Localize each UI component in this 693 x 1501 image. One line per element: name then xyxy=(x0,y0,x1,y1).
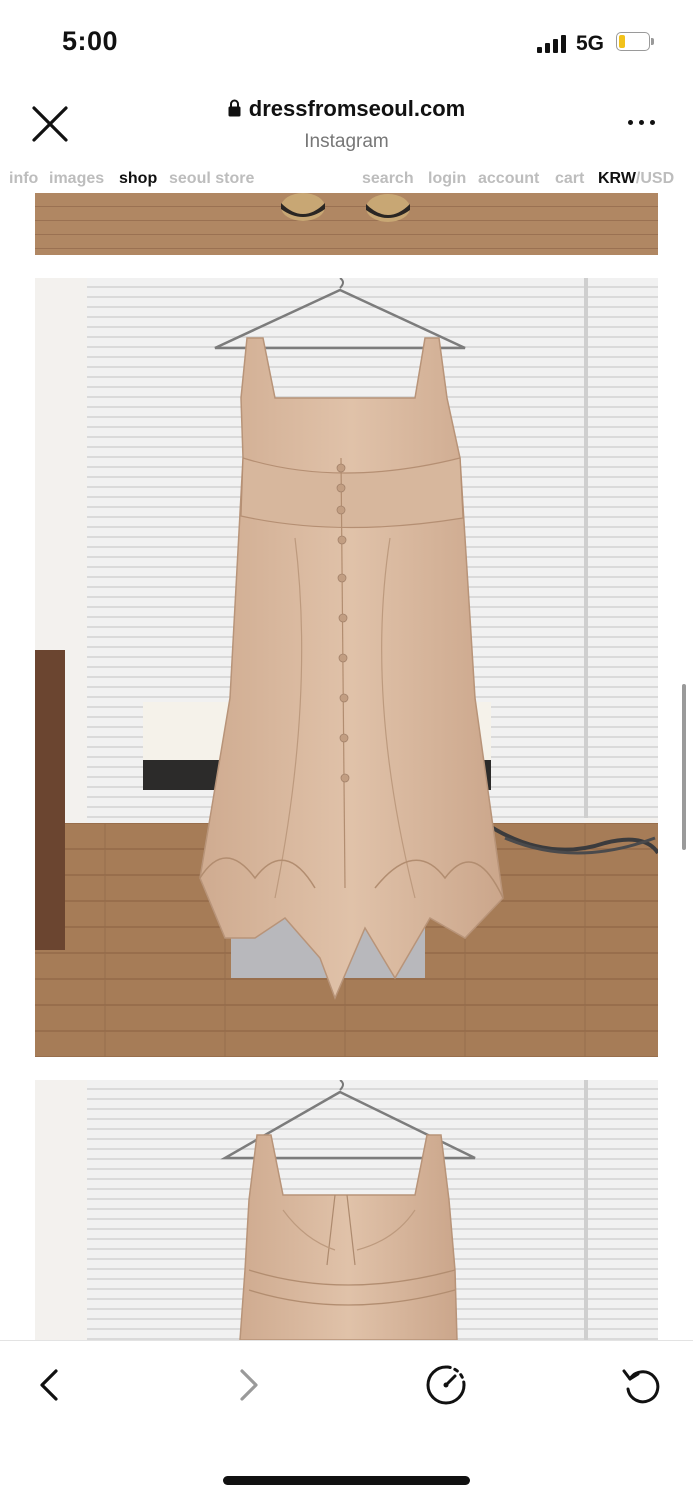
more-icon[interactable] xyxy=(626,118,660,128)
url-text: dressfromseoul.com xyxy=(248,96,466,121)
product-image-secondary[interactable] xyxy=(35,1080,658,1340)
nav-search[interactable]: search xyxy=(362,170,414,188)
battery-icon xyxy=(616,32,654,53)
site-nav: info images shop seoul store search logi… xyxy=(0,164,693,193)
product-image-partial[interactable] xyxy=(35,193,658,255)
network-label: 5G xyxy=(576,32,605,55)
status-bar: 5:00 5G xyxy=(0,0,693,88)
speed-icon[interactable] xyxy=(424,1363,468,1407)
url-bar[interactable]: dressfromseoul.com xyxy=(0,96,693,122)
signal-icon xyxy=(537,35,569,53)
currency-krw: KRW xyxy=(598,170,636,187)
back-arrow-icon[interactable] xyxy=(28,1363,72,1407)
source-label: Instagram xyxy=(304,131,389,152)
nav-seoul-store[interactable]: seoul store xyxy=(169,170,254,188)
browser-header: dressfromseoul.com Instagram xyxy=(0,88,693,164)
currency-usd: USD xyxy=(640,170,675,187)
refresh-icon[interactable] xyxy=(620,1363,664,1407)
scroll-indicator[interactable] xyxy=(682,684,686,850)
nav-login[interactable]: login xyxy=(428,170,466,188)
nav-account[interactable]: account xyxy=(478,170,539,188)
lock-icon xyxy=(228,99,241,117)
status-time: 5:00 xyxy=(62,26,119,56)
nav-shop[interactable]: shop xyxy=(119,170,157,188)
nav-info[interactable]: info xyxy=(9,170,38,188)
home-indicator[interactable] xyxy=(223,1476,470,1485)
product-gallery xyxy=(0,193,693,1340)
nav-images[interactable]: images xyxy=(49,170,104,188)
currency-switch[interactable]: KRW/USD xyxy=(598,170,674,188)
nav-cart[interactable]: cart xyxy=(555,170,584,188)
product-image-main[interactable] xyxy=(35,278,658,1057)
forward-arrow-icon[interactable] xyxy=(226,1363,270,1407)
